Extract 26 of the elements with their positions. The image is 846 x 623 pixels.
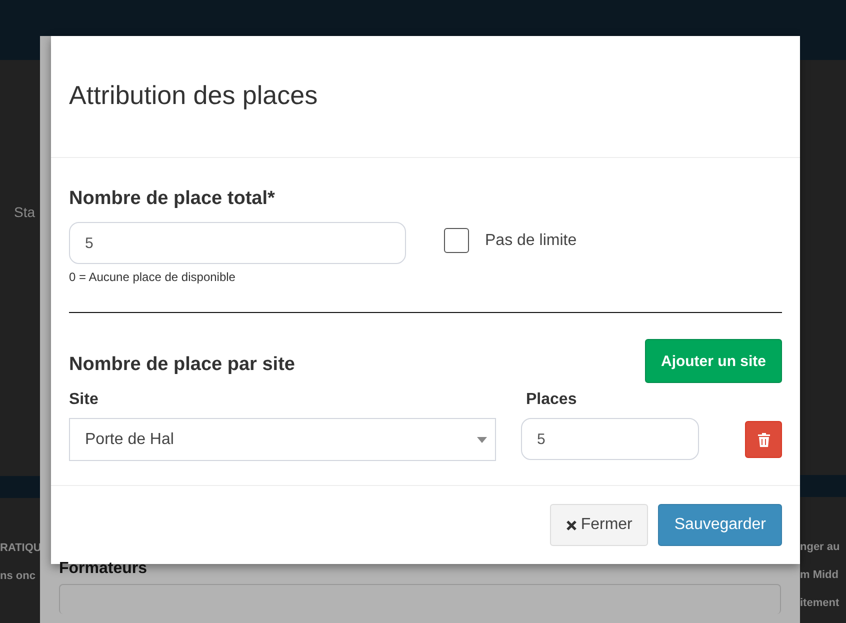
modal-title: Attribution des places: [69, 80, 319, 111]
background-band: [0, 476, 40, 498]
background-text: Sta: [14, 204, 36, 220]
background-band: [800, 475, 846, 497]
close-button[interactable]: Fermer: [550, 504, 648, 546]
help-text: 0 = Aucune place de disponible: [69, 270, 236, 284]
trash-icon: [758, 432, 770, 446]
field-label: Nombre de place total*: [69, 188, 276, 210]
background-text: m Midd: [800, 568, 840, 583]
save-button[interactable]: Sauvegarder: [658, 504, 782, 546]
background-text: RATIQU: [0, 541, 40, 556]
background-text: itement: [800, 596, 840, 611]
column-label: Places: [526, 391, 578, 409]
places-input[interactable]: 5: [521, 418, 699, 460]
close-icon: [566, 520, 577, 530]
section-heading: Formateurs: [59, 560, 148, 578]
checkbox-label: Pas de limite: [485, 232, 577, 250]
column-label: Site: [69, 391, 100, 409]
background-text: nger au: [800, 540, 841, 555]
section-title: Nombre de place par site: [69, 354, 295, 376]
caret-icon: [477, 436, 487, 442]
total-places-input[interactable]: 5: [69, 222, 406, 264]
site-select[interactable]: Porte de Hal: [69, 418, 496, 461]
no-limit-checkbox[interactable]: [444, 228, 469, 253]
background-text: ns onc: [0, 569, 36, 584]
delete-button[interactable]: [745, 421, 782, 458]
